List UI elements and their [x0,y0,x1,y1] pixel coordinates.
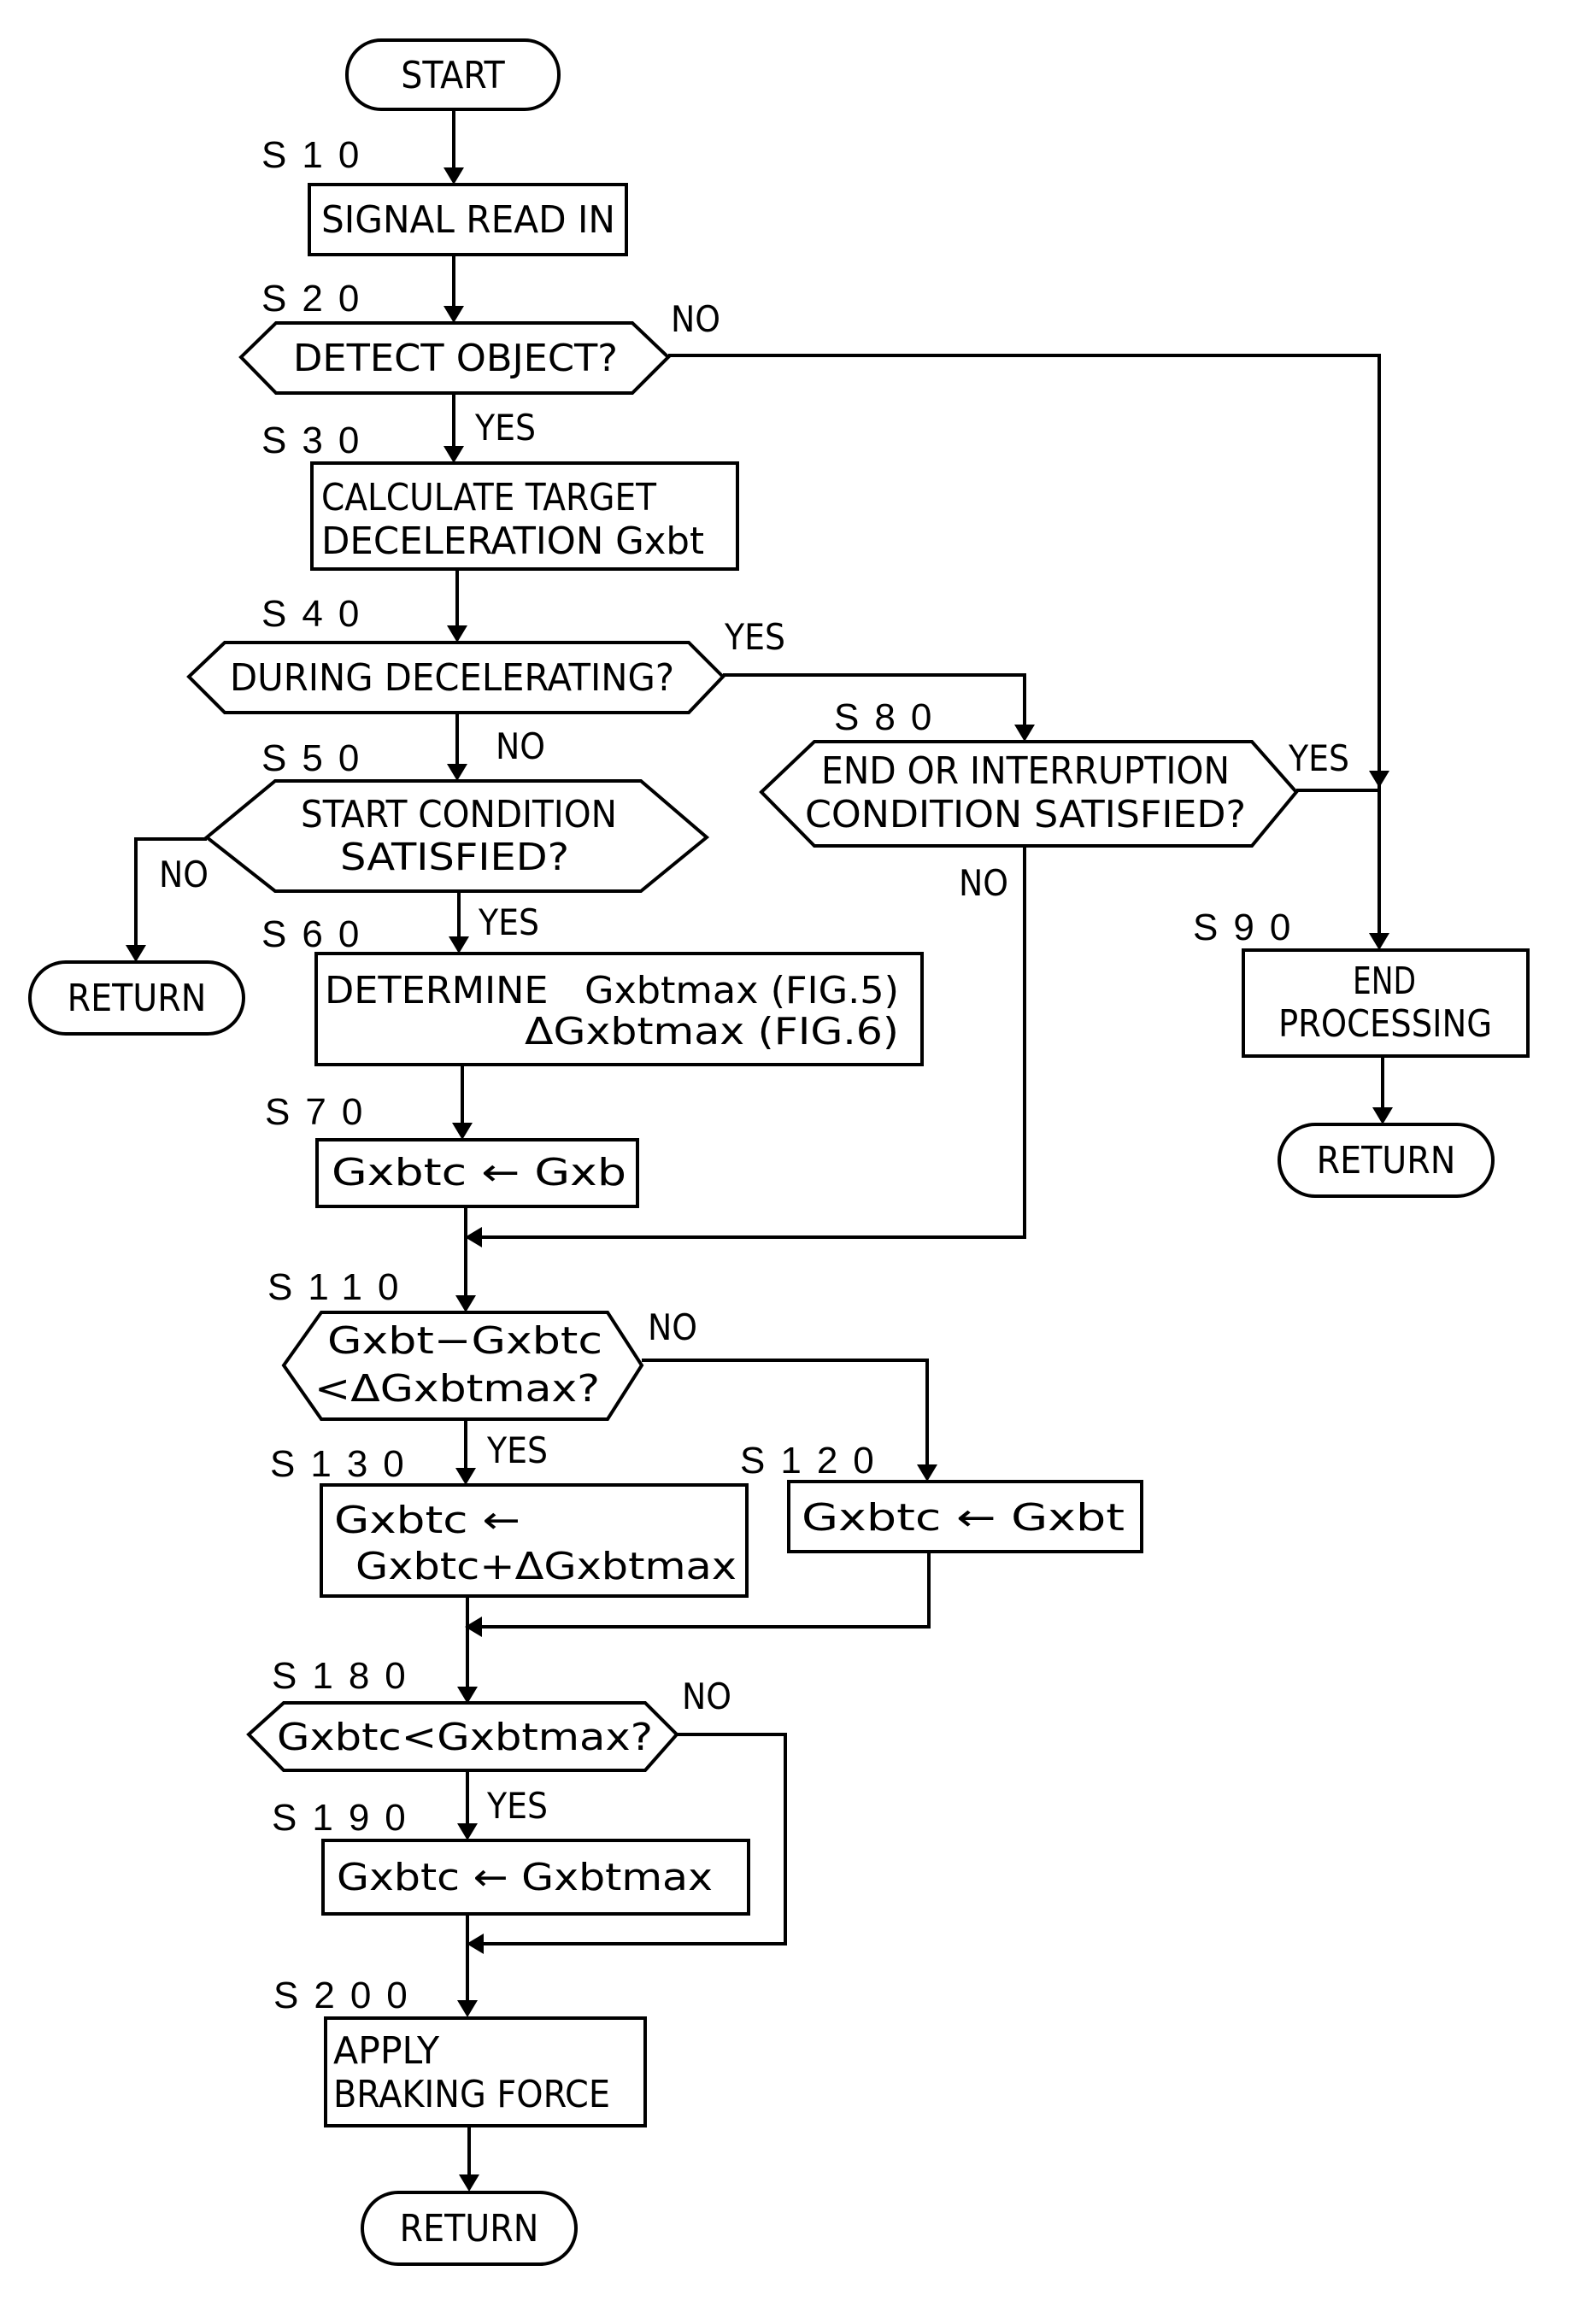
arrowhead [443,167,464,185]
return-text: RETURN [400,2207,539,2251]
process-text: Gxbtc ← Gxbtmax [337,1856,713,1899]
arrowhead [459,2174,479,2192]
step-label-s180: S180 [272,1655,421,1697]
step-label-s80: S80 [834,696,947,738]
process-s90: END PROCESSING [1242,948,1530,1058]
process-s30: CALCULATE TARGET DECELERATION Gxbt [310,461,739,571]
step-label-s190: S190 [272,1797,421,1839]
step-label-s60: S60 [261,913,374,955]
arrowhead [1014,725,1035,742]
branch-label-no: NO [496,725,545,767]
decision-s20: DETECT OBJECT? [238,321,671,395]
branch-label-yes: YES [1288,737,1349,779]
arrowhead [455,1468,476,1485]
step-label-s30: S30 [261,420,374,461]
decision-text: DETECT OBJECT? [293,337,618,380]
process-s190: Gxbtc ← Gxbtmax [321,1839,750,1916]
decision-s80: END OR INTERRUPTION CONDITION SATISFIED? [759,740,1299,848]
decision-text: START CONDITION [301,793,617,836]
branch-label-yes: YES [474,407,536,449]
step-label-s50: S50 [261,737,374,779]
arrowhead [447,625,467,643]
arrowhead [452,1123,473,1140]
process-s200: APPLY BRAKING FORCE [324,2016,647,2127]
return-terminal-left: RETURN [28,960,245,1036]
decision-text: Gxbtc<Gxbtmax? [277,1716,653,1759]
arrowhead [1369,933,1389,950]
process-text: DECELERATION Gxbt [321,519,704,563]
branch-label-yes: YES [486,1429,548,1471]
arrowhead [1369,771,1389,788]
process-text: APPLY [333,2029,440,2073]
step-label-s20: S20 [261,278,374,320]
arrowhead [449,936,469,954]
branch-label-no: NO [159,854,209,895]
arrowhead [447,764,467,781]
flowchart: START S10 SIGNAL READ IN S20 DETECT OBJE… [28,38,1530,2266]
return-text: RETURN [68,977,207,1020]
return-terminal-right: RETURN [1278,1123,1495,1198]
process-text: Gxbtc+ΔGxbtmax [355,1545,737,1588]
arrowhead [455,1295,476,1312]
return-text: RETURN [1317,1139,1456,1183]
return-terminal-bottom: RETURN [361,2191,578,2266]
step-label-s70: S70 [265,1091,378,1133]
process-text: PROCESSING [1278,1002,1492,1046]
decision-s110: Gxbt−Gxbtc <ΔGxbtmax? [281,1311,644,1421]
start-text: START [401,54,505,97]
step-label-s130: S130 [270,1443,420,1485]
branch-label-no: NO [682,1676,731,1717]
start-terminal: START [345,38,561,111]
process-text: BRAKING FORCE [333,2073,610,2116]
process-text: Gxbtc ← Gxbt [802,1496,1125,1540]
decision-text: Gxbt−Gxbtc [327,1319,602,1363]
process-text: END [1353,960,1416,1003]
process-s10: SIGNAL READ IN [308,183,628,256]
branch-label-yes: YES [478,901,539,943]
step-label-s200: S200 [273,1975,423,2016]
branch-label-no: NO [671,298,720,340]
arrowhead [457,2000,478,2017]
decision-text: END OR INTERRUPTION [821,749,1230,793]
branch-label-yes: YES [486,1785,548,1827]
step-label-s10: S10 [261,134,374,176]
process-text: Gxbtc ← Gxb [332,1151,626,1194]
decision-text: CONDITION SATISFIED? [805,793,1246,836]
process-s70: Gxbtc ← Gxb [315,1138,639,1208]
step-label-s110: S110 [267,1266,414,1308]
decision-s40: DURING DECELERATING? [186,641,725,714]
branch-label-no: NO [959,862,1008,904]
branch-label-no: NO [648,1306,697,1348]
process-text: SIGNAL READ IN [321,198,615,242]
arrowhead [443,446,464,463]
decision-text: DURING DECELERATING? [230,656,674,700]
arrowhead [1372,1107,1393,1124]
process-text: ΔGxbtmax (FIG.6) [525,1010,899,1053]
step-label-s90: S90 [1193,907,1306,948]
process-s130: Gxbtc ← Gxbtc+ΔGxbtmax [320,1483,749,1598]
process-text: CALCULATE TARGET [321,476,657,519]
arrowhead [917,1464,937,1482]
process-text: DETERMINE Gxbtmax (FIG.5) [325,969,899,1012]
step-label-s40: S40 [261,593,374,635]
process-s120: Gxbtc ← Gxbt [787,1480,1143,1553]
step-label-s120: S120 [740,1440,890,1482]
process-text: Gxbtc ← [334,1499,520,1542]
process-s60: DETERMINE Gxbtmax (FIG.5) ΔGxbtmax (FIG.… [314,952,924,1066]
arrowhead [126,945,146,962]
decision-s180: Gxbtc<Gxbtmax? [246,1701,679,1772]
decision-s50: START CONDITION SATISFIED? [203,779,710,893]
decision-text: <ΔGxbtmax? [314,1367,600,1411]
decision-text: SATISFIED? [340,836,569,879]
arrowhead [443,306,464,323]
branch-label-yes: YES [724,616,785,658]
arrowhead [457,1823,478,1840]
